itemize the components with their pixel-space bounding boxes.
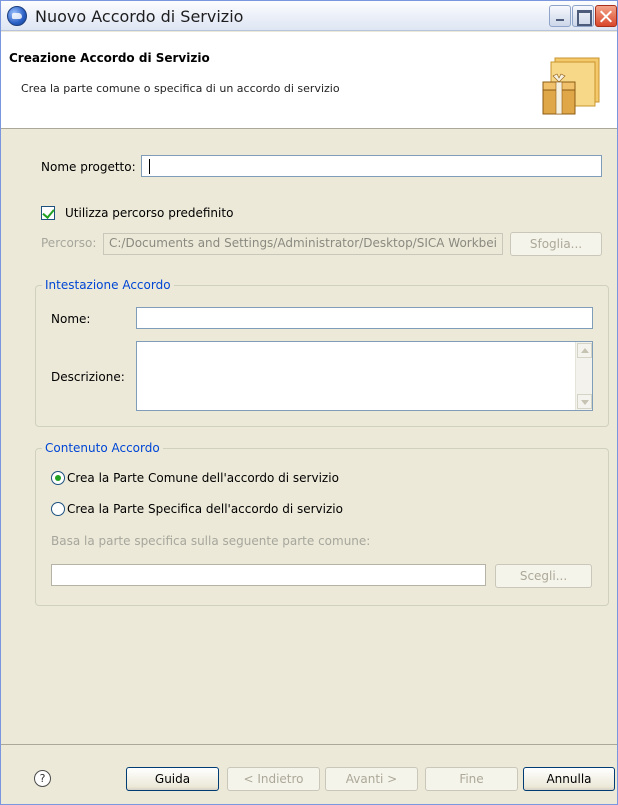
minimize-button[interactable] <box>549 5 571 27</box>
project-name-input[interactable] <box>141 155 602 177</box>
browse-button[interactable]: Sfoglia... <box>510 232 602 256</box>
scroll-up-icon[interactable] <box>577 343 592 358</box>
description-scrollbar[interactable] <box>575 342 592 410</box>
package-wizard-icon <box>542 57 600 115</box>
banner-title: Creazione Accordo di Servizio <box>9 51 210 65</box>
wizard-banner: Creazione Accordo di Servizio Crea la pa… <box>1 32 617 129</box>
specific-part-label[interactable]: Crea la Parte Specifica dell'accordo di … <box>67 502 343 516</box>
maximize-button[interactable] <box>572 5 594 27</box>
use-default-path-checkbox[interactable] <box>41 206 55 220</box>
content-group-title: Contenuto Accordo <box>42 441 163 455</box>
text-caret <box>149 159 150 174</box>
wizard-window: Nuovo Accordo di Servizio Creazione Acco… <box>0 0 618 805</box>
help-icon[interactable]: ? <box>34 770 51 787</box>
cancel-button[interactable]: Annulla <box>523 767 615 791</box>
project-name-label: Nome progetto: <box>41 160 136 174</box>
window-title: Nuovo Accordo di Servizio <box>35 7 244 26</box>
header-group-title: Intestazione Accordo <box>42 278 174 292</box>
wizard-footer: ? Guida < Indietro Avanti > Fine Annulla <box>1 744 617 804</box>
path-input[interactable]: C:/Documents and Settings/Administrator/… <box>103 233 503 255</box>
wizard-content: Nome progetto: Utilizza percorso predefi… <box>1 129 617 744</box>
base-common-part-label: Basa la parte specifica sulla seguente p… <box>51 534 371 548</box>
description-label: Descrizione: <box>51 370 125 384</box>
title-bar[interactable]: Nuovo Accordo di Servizio <box>1 1 617 31</box>
specific-part-radio[interactable] <box>51 502 65 516</box>
common-part-radio[interactable] <box>51 471 65 485</box>
choose-button[interactable]: Scegli... <box>495 564 592 588</box>
guide-button[interactable]: Guida <box>126 767 219 791</box>
name-input[interactable] <box>136 307 593 329</box>
common-part-label[interactable]: Crea la Parte Comune dell'accordo di ser… <box>67 471 339 485</box>
base-common-part-input[interactable] <box>51 564 486 586</box>
close-button[interactable] <box>595 5 617 27</box>
scroll-down-icon[interactable] <box>577 394 592 409</box>
path-label: Percorso: <box>41 236 97 250</box>
description-textarea[interactable] <box>136 341 593 411</box>
back-button[interactable]: < Indietro <box>227 767 320 791</box>
banner-subtitle: Crea la parte comune o specifica di un a… <box>21 82 340 95</box>
eclipse-icon <box>7 6 27 26</box>
name-label: Nome: <box>51 312 91 326</box>
use-default-path-label: Utilizza percorso predefinito <box>65 206 234 220</box>
next-button[interactable]: Avanti > <box>325 767 418 791</box>
finish-button[interactable]: Fine <box>425 767 518 791</box>
